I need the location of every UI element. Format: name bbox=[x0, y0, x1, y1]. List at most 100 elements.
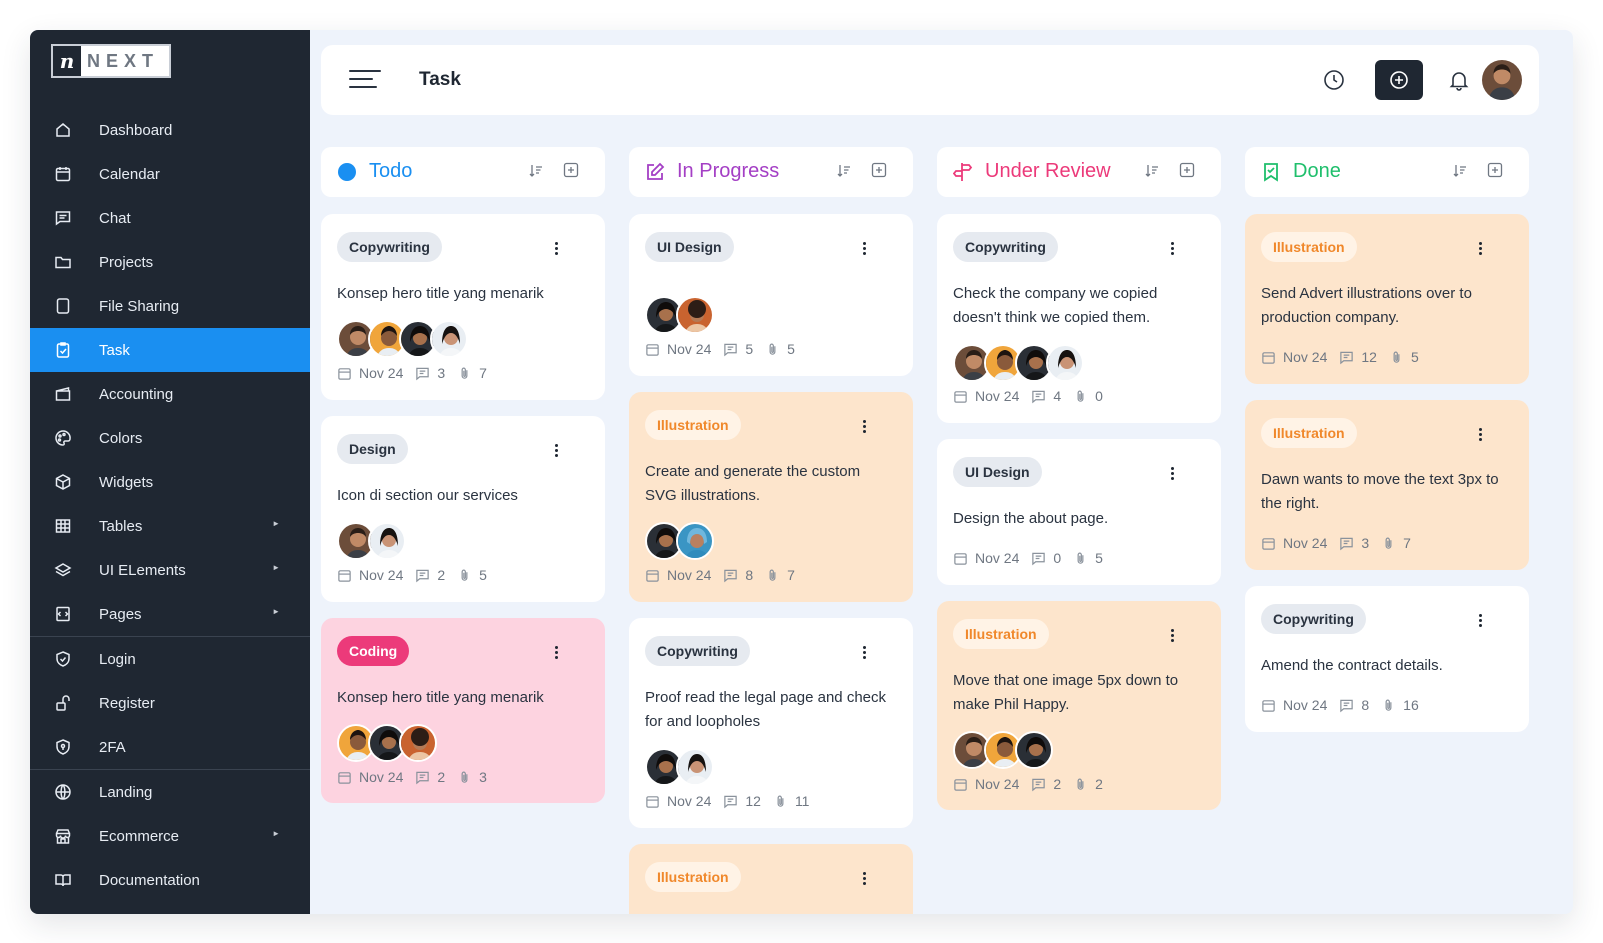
more-options-icon[interactable] bbox=[863, 242, 867, 256]
avatar bbox=[676, 522, 714, 560]
sidebar-item-calendar[interactable]: Calendar bbox=[30, 152, 310, 196]
due-date: Nov 24 bbox=[975, 550, 1020, 566]
calendar-icon bbox=[953, 551, 968, 566]
card-tag: Illustration bbox=[645, 410, 741, 440]
more-options-icon[interactable] bbox=[863, 872, 867, 886]
more-options-icon[interactable] bbox=[1171, 467, 1175, 481]
sidebar-item-label: Tables bbox=[99, 517, 143, 535]
add-card-icon[interactable] bbox=[1487, 162, 1503, 178]
comment-icon bbox=[1031, 389, 1046, 404]
comment-icon bbox=[723, 342, 738, 357]
column-header: Done bbox=[1245, 147, 1529, 197]
sort-icon[interactable] bbox=[1144, 163, 1160, 179]
sidebar-item-label: Chat bbox=[99, 209, 131, 227]
sidebar-item-label: Pages bbox=[99, 605, 142, 623]
card-tag: Illustration bbox=[645, 862, 741, 892]
shield-lock-icon bbox=[53, 737, 73, 757]
comment-icon bbox=[1031, 777, 1046, 792]
lock-open-icon bbox=[53, 693, 73, 713]
more-options-icon[interactable] bbox=[1479, 614, 1483, 628]
add-card-icon[interactable] bbox=[1179, 162, 1195, 178]
sidebar-item-label: Dashboard bbox=[99, 121, 173, 139]
assignee-avatars bbox=[337, 724, 437, 764]
sort-icon[interactable] bbox=[528, 163, 544, 179]
sort-icon[interactable] bbox=[836, 163, 852, 179]
task-card[interactable]: Coding Konsep hero title yang menarik No… bbox=[321, 618, 605, 803]
card-tag: Design bbox=[337, 434, 408, 464]
task-card[interactable]: Illustration Move that one image 5px dow… bbox=[937, 601, 1221, 810]
sidebar-item-ui-elements[interactable]: UI ELements ► bbox=[30, 548, 310, 592]
bell-icon[interactable] bbox=[1447, 68, 1471, 92]
sidebar-item-widgets[interactable]: Widgets bbox=[30, 460, 310, 504]
chevron-right-icon: ► bbox=[272, 607, 280, 616]
task-card[interactable]: Illustration Dawn wants to move the text… bbox=[1245, 400, 1529, 570]
sidebar-item-file-sharing[interactable]: File Sharing bbox=[30, 284, 310, 328]
attachment-count: 11 bbox=[794, 793, 810, 809]
task-card[interactable]: UI Design Nov 24 5 5 bbox=[629, 214, 913, 376]
add-card-icon[interactable] bbox=[871, 162, 887, 178]
clock-icon[interactable] bbox=[1322, 68, 1346, 92]
avatar bbox=[676, 748, 714, 786]
sidebar-item-login[interactable]: Login bbox=[30, 637, 310, 681]
column-title: In Progress bbox=[677, 160, 780, 182]
more-options-icon[interactable] bbox=[1479, 242, 1483, 256]
add-card-icon[interactable] bbox=[563, 162, 579, 178]
add-task-button[interactable] bbox=[1375, 60, 1423, 100]
sidebar-item-pages[interactable]: Pages ► bbox=[30, 592, 310, 636]
palette-icon bbox=[53, 428, 73, 448]
card-title: Move that one image 5px down to make Phi… bbox=[953, 672, 1179, 713]
sidebar-item-task[interactable]: Task bbox=[30, 328, 310, 372]
pages-icon bbox=[53, 604, 73, 624]
more-options-icon[interactable] bbox=[863, 646, 867, 660]
card-meta: Nov 24 5 5 bbox=[645, 340, 807, 358]
sidebar-item-chat[interactable]: Chat bbox=[30, 196, 310, 240]
sidebar-item-label: Projects bbox=[99, 253, 154, 271]
sidebar-item-ecommerce[interactable]: Ecommerce ► bbox=[30, 814, 310, 858]
sidebar-item-documentation[interactable]: Documentation bbox=[30, 858, 310, 902]
sidebar-item-accounting[interactable]: Accounting bbox=[30, 372, 310, 416]
paperclip-icon bbox=[1389, 350, 1404, 365]
sidebar-item-2fa[interactable]: 2FA bbox=[30, 725, 310, 769]
sidebar-item-register[interactable]: Register bbox=[30, 681, 310, 725]
more-options-icon[interactable] bbox=[1171, 242, 1175, 256]
sidebar-item-label: Ecommerce bbox=[99, 827, 180, 845]
logo-word: NEXT bbox=[81, 46, 169, 76]
more-options-icon[interactable] bbox=[1479, 428, 1483, 442]
task-card[interactable]: Copywriting Proof read the legal page an… bbox=[629, 618, 913, 828]
due-date: Nov 24 bbox=[975, 388, 1020, 404]
more-options-icon[interactable] bbox=[1171, 629, 1175, 643]
sidebar-item-landing[interactable]: Landing bbox=[30, 770, 310, 814]
task-card[interactable]: Illustration Create and generate the cus… bbox=[629, 392, 913, 602]
sidebar-item-colors[interactable]: Colors bbox=[30, 416, 310, 460]
card-meta: Nov 24 12 11 bbox=[645, 792, 821, 810]
more-options-icon[interactable] bbox=[555, 242, 559, 256]
sidebar-item-projects[interactable]: Projects bbox=[30, 240, 310, 284]
more-options-icon[interactable] bbox=[863, 420, 867, 434]
calendar-icon bbox=[953, 777, 968, 792]
task-card[interactable]: Illustration bbox=[629, 844, 913, 914]
comment-icon bbox=[1339, 536, 1354, 551]
sidebar-item-tables[interactable]: Tables ► bbox=[30, 504, 310, 548]
task-card[interactable]: Copywriting Check the company we copied … bbox=[937, 214, 1221, 423]
paperclip-icon bbox=[765, 342, 780, 357]
app-logo[interactable]: n NEXT bbox=[51, 44, 171, 78]
task-card[interactable]: Copywriting Amend the contract details. … bbox=[1245, 586, 1529, 732]
card-title: Icon di section our services bbox=[337, 487, 518, 504]
user-avatar[interactable] bbox=[1482, 60, 1522, 100]
sidebar-item-dashboard[interactable]: Dashboard bbox=[30, 108, 310, 152]
chevron-right-icon: ► bbox=[272, 519, 280, 528]
column-header: In Progress bbox=[629, 147, 913, 197]
task-card[interactable]: UI Design Design the about page. Nov 24 … bbox=[937, 439, 1221, 585]
globe-icon bbox=[53, 782, 73, 802]
task-card[interactable]: Illustration Send Advert illustrations o… bbox=[1245, 214, 1529, 384]
menu-toggle-icon[interactable] bbox=[349, 70, 381, 90]
sort-icon[interactable] bbox=[1452, 163, 1468, 179]
column-in-progress: In Progress UI Design Nov 24 5 5 Illustr… bbox=[629, 147, 913, 914]
comment-icon bbox=[723, 794, 738, 809]
more-options-icon[interactable] bbox=[555, 444, 559, 458]
top-header: Task bbox=[321, 45, 1539, 115]
more-options-icon[interactable] bbox=[555, 646, 559, 660]
task-card[interactable]: Design Icon di section our services Nov … bbox=[321, 416, 605, 602]
attachment-count: 2 bbox=[1095, 776, 1103, 792]
task-card[interactable]: Copywriting Konsep hero title yang menar… bbox=[321, 214, 605, 400]
